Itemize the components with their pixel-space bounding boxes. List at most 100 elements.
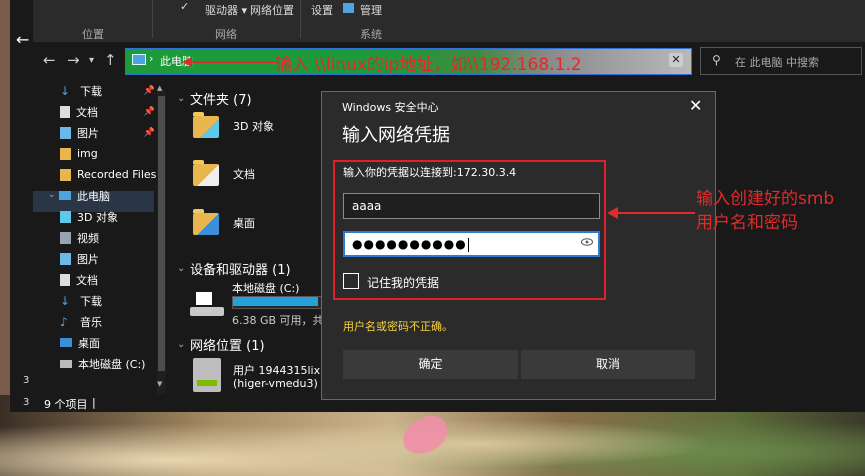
drive-name[interactable]: 本地磁盘 (C:) [232, 280, 299, 296]
folder-3d-objects[interactable] [193, 112, 219, 138]
sidebar-item-documents[interactable]: 文档 📌 [33, 101, 155, 122]
music-icon: ♪ [60, 314, 68, 329]
drive-free-space: 6.38 GB 可用，共 [232, 314, 324, 327]
dialog-title: 输入网络凭据 [342, 125, 450, 146]
scroll-up-icon[interactable]: ▲ [157, 84, 162, 92]
annotation-arrow-icon [607, 207, 695, 219]
sidebar-item-pictures-pc[interactable]: 图片 [33, 248, 155, 269]
sidebar-item-desktop[interactable]: 桌面 [33, 332, 155, 353]
ribbon-button-icon[interactable]: ✓ [180, 0, 189, 13]
clear-address-icon[interactable]: ✕ [669, 53, 683, 67]
folders-header[interactable]: 文件夹 (7) [190, 89, 252, 108]
forward-button[interactable]: → [67, 51, 80, 69]
password-field[interactable]: ●●●●●●●●●● [343, 231, 600, 257]
up-button[interactable]: ↑ [104, 51, 117, 69]
sidebar-item-downloads-pc[interactable]: ↓ 下载 [33, 290, 155, 311]
wallpaper-left [0, 0, 10, 395]
sidebar-item-label: 文档 [76, 273, 98, 287]
folder-name[interactable]: 文档 [233, 166, 255, 182]
annotation-line: 输入创建好的smb [696, 189, 835, 209]
manage-icon [343, 3, 354, 13]
sidebar-item-img[interactable]: img [33, 143, 155, 164]
ribbon [33, 0, 865, 42]
scroll-down-icon[interactable]: ▼ [157, 380, 162, 388]
sidebar-item-label: 本地磁盘 (C:) [78, 357, 146, 371]
document-icon [60, 273, 70, 286]
background-number: 3 [23, 397, 30, 408]
sidebar-item-label: 3D 对象 [77, 210, 118, 224]
password-mask: ●●●●●●●●●● [352, 237, 467, 251]
chevron-down-icon[interactable]: ⌄ [177, 93, 185, 104]
net-location-button[interactable]: 网络位置 [250, 2, 294, 18]
network-location-host: (higer-vmedu3) [233, 377, 318, 390]
network-header[interactable]: 网络位置 (1) [190, 335, 265, 354]
sidebar-item-music[interactable]: ♪ 音乐 [33, 311, 155, 332]
folder-name[interactable]: 3D 对象 [233, 118, 274, 134]
folder-documents[interactable] [193, 160, 219, 186]
sidebar-item-downloads[interactable]: ↓ 下载 📌 [33, 80, 155, 101]
chevron-right-icon[interactable]: › [149, 52, 153, 65]
folder-icon-body [193, 164, 219, 186]
sidebar-item-this-pc[interactable]: ⌄ 此电脑 [33, 185, 155, 206]
sidebar-item-recorded-files[interactable]: Recorded Files [33, 164, 156, 185]
ribbon-separator [300, 0, 301, 38]
sidebar-item-label: 桌面 [78, 336, 100, 350]
search-placeholder[interactable]: 在 此电脑 中搜索 [735, 54, 819, 70]
pin-icon[interactable]: 📌 [144, 128, 155, 138]
reveal-password-icon[interactable] [581, 238, 593, 246]
chevron-down-icon[interactable]: ⌄ [48, 190, 56, 202]
video-icon [60, 231, 71, 244]
sidebar-item-documents-pc[interactable]: 文档 [33, 269, 155, 290]
computer-icon [59, 191, 71, 200]
settings-button[interactable]: 设置 [311, 2, 333, 18]
pin-icon[interactable]: 📌 [144, 86, 155, 96]
sidebar-list: ↓ 下载 📌 文档 📌 图片 📌 img Recorded Files ⌄ 此电… [33, 80, 156, 374]
sidebar-scroll-thumb[interactable] [158, 96, 165, 371]
text-cursor [467, 237, 469, 252]
cancel-button[interactable]: 取消 [521, 350, 695, 379]
sidebar-item-label: 下载 [80, 294, 102, 308]
sidebar-item-label: 图片 [77, 252, 99, 266]
manage-button[interactable]: 管理 [360, 2, 382, 18]
folder-desktop[interactable] [193, 209, 219, 235]
drive-icon [60, 359, 72, 368]
sidebar-item-local-disk[interactable]: 本地磁盘 (C:) [33, 353, 155, 374]
network-drive-icon[interactable] [193, 358, 221, 392]
sidebar-item-label: 音乐 [80, 315, 102, 329]
folder-icon [60, 147, 71, 160]
sidebar-item-label: 文档 [76, 105, 98, 119]
background-number: 3 [23, 375, 30, 386]
address-annotation: 输入 \\linux的ip地址，如\\192.168.1.2 [275, 55, 582, 75]
drives-menu[interactable]: 驱动器 ▾ [205, 2, 247, 18]
chevron-down-icon[interactable]: ⌄ [177, 339, 185, 350]
folder-icon-body [193, 116, 219, 138]
devices-header[interactable]: 设备和驱动器 (1) [190, 259, 291, 278]
credential-annotation: 输入创建好的smb 用户名和密码 [696, 187, 834, 235]
folder-icon [60, 168, 71, 181]
ok-button[interactable]: 确定 [343, 350, 518, 379]
remember-label[interactable]: 记住我的凭据 [367, 274, 439, 291]
item-count: 9 个项目 [44, 398, 88, 411]
remember-checkbox[interactable] [343, 273, 359, 289]
annotation-arrow-icon [182, 57, 278, 67]
picture-icon [60, 252, 71, 265]
sidebar-item-label: 图片 [77, 126, 99, 140]
username-field[interactable]: aaaa [343, 193, 600, 219]
window-back-icon[interactable]: ← [16, 30, 29, 49]
sidebar-item-3d-objects[interactable]: 3D 对象 [33, 206, 155, 227]
sidebar-item-pictures[interactable]: 图片 📌 [33, 122, 155, 143]
folder-name[interactable]: 桌面 [233, 215, 255, 231]
dialog-prompt: 输入你的凭据以连接到:172.30.3.4 [343, 166, 517, 179]
close-icon[interactable]: ✕ [689, 96, 702, 115]
folder-icon-body [193, 213, 219, 235]
document-icon [60, 105, 70, 118]
sidebar-item-videos[interactable]: 视频 [33, 227, 155, 248]
error-message: 用户名或密码不正确。 [343, 320, 453, 333]
back-button[interactable]: ← [43, 51, 56, 69]
history-dropdown-icon[interactable]: ▾ [89, 55, 94, 66]
pin-icon[interactable]: 📌 [144, 107, 155, 117]
search-icon: ⚲ [712, 53, 721, 67]
chevron-down-icon[interactable]: ⌄ [177, 263, 185, 274]
picture-icon [60, 126, 71, 139]
drive-icon[interactable] [190, 290, 224, 318]
